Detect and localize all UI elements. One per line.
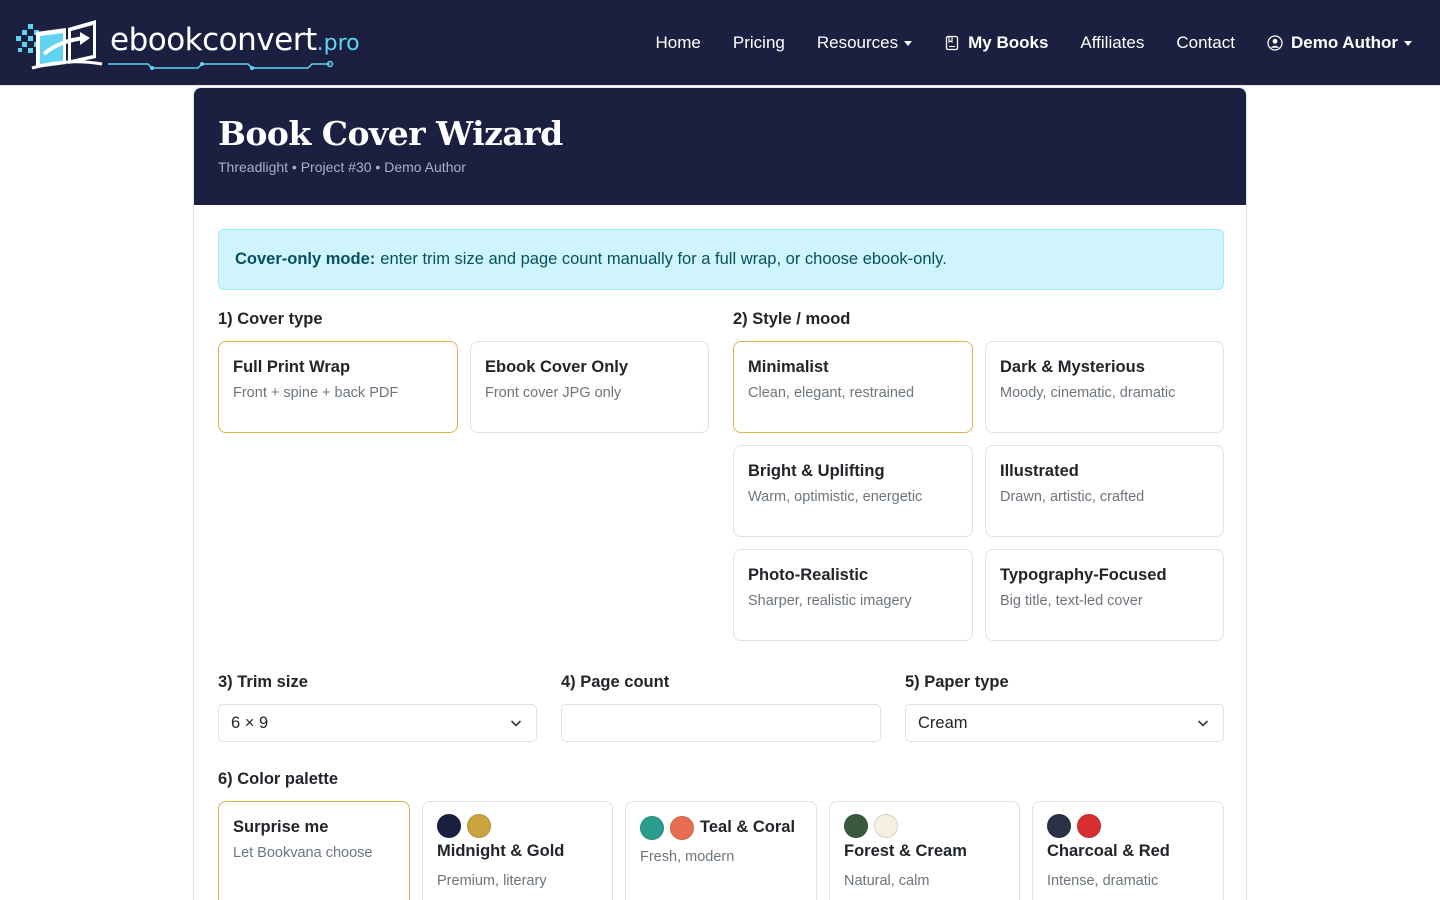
circuit-underline-icon (108, 60, 334, 70)
option-desc: Front + spine + back PDF (233, 385, 399, 401)
user-name: Demo Author (1290, 33, 1398, 52)
wizard-card: Book Cover Wizard Threadlight • Project … (193, 87, 1247, 900)
option-desc: Drawn, artistic, crafted (1000, 489, 1145, 505)
page-title: Book Cover Wizard (218, 114, 563, 153)
trim-size-select[interactable]: 6 × 9 (218, 704, 537, 742)
book-logo-icon (16, 20, 103, 70)
swatch-charcoal-icon (1047, 814, 1071, 838)
nav-home[interactable]: Home (656, 33, 701, 53)
option-title: Charcoal & Red (1047, 842, 1170, 860)
nav-my-books-label: My Books (968, 33, 1049, 52)
style-photo-realistic[interactable]: Photo-Realistic Sharper, realistic image… (733, 549, 973, 641)
chevron-down-icon (1197, 720, 1209, 727)
page-count-label: 4) Page count (561, 673, 670, 691)
wizard-header: Book Cover Wizard Threadlight • Project … (194, 88, 1246, 205)
nav-resources-label: Resources (816, 33, 899, 52)
option-title: Bright & Uplifting (748, 462, 885, 480)
palette-surprise-me[interactable]: Surprise me Let Bookvana choose (218, 801, 410, 900)
brand-logo[interactable]: ebookconvert.pro (16, 16, 360, 72)
user-menu-dropdown[interactable]: Demo Author (1267, 33, 1412, 53)
swatch-cream-icon (874, 814, 898, 838)
option-desc: Big title, text-led cover (1000, 593, 1143, 609)
cover-type-label: 1) Cover type (218, 310, 323, 328)
option-desc: Warm, optimistic, energetic (748, 489, 923, 505)
option-title: Teal & Coral (700, 818, 796, 836)
caret-down-icon (904, 40, 913, 46)
option-desc: Fresh, modern (640, 849, 735, 865)
style-illustrated[interactable]: Illustrated Drawn, artistic, crafted (985, 445, 1224, 537)
option-desc: Moody, cinematic, dramatic (1000, 385, 1176, 401)
top-navbar: ebookconvert.pro Home Pricing Resources … (0, 0, 1440, 86)
option-title: Surprise me (233, 818, 329, 836)
option-title: Midnight & Gold (437, 842, 565, 860)
option-title: Ebook Cover Only (485, 358, 629, 376)
palette-charcoal-red[interactable]: Charcoal & Red Intense, dramatic (1032, 801, 1224, 900)
nav-contact[interactable]: Contact (1176, 33, 1235, 53)
style-typography-focused[interactable]: Typography-Focused Big title, text-led c… (985, 549, 1224, 641)
paper-type-value: Cream (918, 713, 968, 732)
option-desc: Clean, elegant, restrained (748, 385, 915, 401)
swatch-midnight-icon (437, 814, 461, 838)
swatch-teal-icon (640, 815, 664, 840)
style-dark-mysterious[interactable]: Dark & Mysterious Moody, cinematic, dram… (985, 341, 1224, 433)
option-title: Photo-Realistic (748, 566, 869, 584)
option-title: Dark & Mysterious (1000, 358, 1145, 376)
paper-type-label: 5) Paper type (905, 673, 1009, 691)
swatch-coral-icon (670, 815, 694, 840)
swatch-forest-icon (844, 814, 868, 838)
book-icon (945, 35, 959, 51)
nav-resources-dropdown[interactable]: Resources (816, 33, 913, 53)
page-subtitle: Threadlight • Project #30 • Demo Author (218, 159, 466, 175)
option-title: Forest & Cream (844, 842, 967, 860)
swatch-gold-icon (467, 814, 491, 838)
nav-pricing[interactable]: Pricing (733, 33, 785, 53)
palette-midnight-gold[interactable]: Midnight & Gold Premium, literary (422, 801, 613, 900)
swatch-red-icon (1077, 814, 1101, 838)
nav-my-books[interactable]: My Books (944, 33, 1048, 53)
option-desc: Front cover JPG only (485, 385, 622, 401)
user-circle-icon (1267, 35, 1283, 51)
style-bright-uplifting[interactable]: Bright & Uplifting Warm, optimistic, ene… (733, 445, 973, 537)
alert-strong: Cover-only mode: (235, 250, 376, 268)
brand-name: ebookconvert.pro (110, 22, 360, 58)
palette-forest-cream[interactable]: Forest & Cream Natural, calm (829, 801, 1020, 900)
palette-teal-coral[interactable]: Teal & Coral Fresh, modern (625, 801, 817, 900)
style-mood-label: 2) Style / mood (733, 310, 851, 328)
alert-text: enter trim size and page count manually … (380, 250, 947, 268)
cover-type-full-print-wrap[interactable]: Full Print Wrap Front + spine + back PDF (218, 341, 458, 433)
option-desc: Sharper, realistic imagery (748, 593, 912, 609)
option-desc: Premium, literary (437, 873, 547, 889)
cover-type-ebook-only[interactable]: Ebook Cover Only Front cover JPG only (470, 341, 709, 433)
trim-size-label: 3) Trim size (218, 673, 308, 691)
option-title: Minimalist (748, 358, 829, 376)
color-palette-label: 6) Color palette (218, 770, 339, 788)
option-desc: Natural, calm (844, 873, 930, 889)
paper-type-select[interactable]: Cream (905, 704, 1224, 742)
page-count-input[interactable] (561, 704, 881, 742)
nav-links: Home Pricing Resources My Books Affiliat… (624, 0, 1412, 86)
option-title: Full Print Wrap (233, 358, 351, 376)
style-minimalist[interactable]: Minimalist Clean, elegant, restrained (733, 341, 973, 433)
chevron-down-icon (510, 720, 522, 727)
option-desc: Intense, dramatic (1047, 873, 1159, 889)
trim-size-value: 6 × 9 (231, 713, 269, 732)
info-alert: Cover-only mode: enter trim size and pag… (218, 229, 1224, 290)
caret-down-icon (1404, 40, 1412, 46)
nav-affiliates[interactable]: Affiliates (1080, 33, 1144, 53)
option-desc: Let Bookvana choose (233, 845, 373, 861)
option-title: Illustrated (1000, 462, 1079, 480)
option-title: Typography-Focused (1000, 566, 1167, 584)
